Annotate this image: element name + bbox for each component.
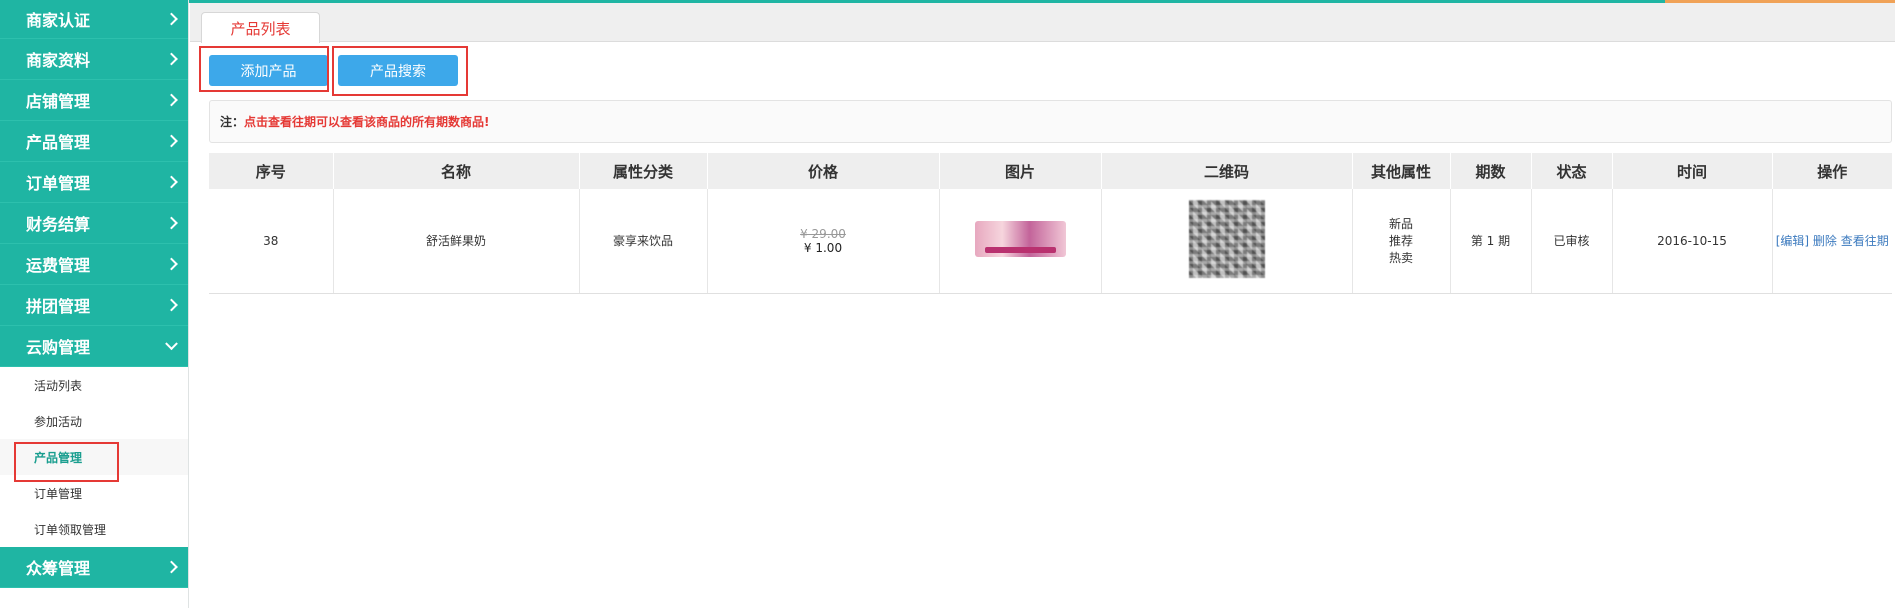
submenu-label: 订单管理	[34, 486, 83, 501]
menu-label: 产品管理	[26, 133, 91, 152]
header-category: 属性分类	[579, 153, 708, 189]
menu-merchant-info[interactable]: 商家资料	[0, 39, 188, 80]
add-product-button[interactable]: 添加产品	[209, 55, 328, 86]
menu-label: 拼团管理	[26, 297, 91, 316]
sidebar: 商家认证 商家资料 店铺管理 产品管理 订单管理 财务结算 运费管理 拼团管理 …	[0, 0, 189, 608]
tab-strip: 产品列表	[190, 3, 1895, 43]
header-actions: 操作	[1772, 153, 1892, 189]
notice-text: 点击查看往期可以查看该商品的所有期数商品!	[244, 115, 490, 129]
submenu-activity-list[interactable]: 活动列表	[0, 367, 188, 403]
submenu-order-claim-management[interactable]: 订单领取管理	[0, 511, 188, 547]
submenu-label: 活动列表	[34, 378, 83, 393]
header-price: 价格	[707, 153, 940, 189]
add-product-label: 添加产品	[240, 63, 297, 80]
chevron-right-icon	[165, 12, 178, 26]
menu-label: 众筹管理	[26, 559, 91, 578]
chevron-right-icon	[165, 175, 178, 189]
submenu-label: 参加活动	[34, 414, 83, 429]
chevron-down-icon	[165, 337, 178, 351]
submenu-join-activity[interactable]: 参加活动	[0, 403, 188, 439]
menu-label: 店铺管理	[26, 92, 91, 111]
cell-period: 第 1 期	[1450, 189, 1532, 294]
cell-qrcode	[1101, 189, 1353, 294]
submenu-order-management[interactable]: 订单管理	[0, 475, 188, 511]
cell-actions: [编辑] 删除 查看往期	[1772, 189, 1892, 294]
menu-finance[interactable]: 财务结算	[0, 203, 188, 244]
menu-label: 运费管理	[26, 256, 91, 275]
cell-name: 舒活鲜果奶	[333, 189, 580, 294]
table-row: 38 舒活鲜果奶 豪享来饮品 ¥ 29.00 ¥ 1.00 新品 推荐 热卖 第…	[209, 189, 1892, 294]
chevron-right-icon	[165, 93, 178, 107]
cell-id: 38	[209, 189, 334, 294]
menu-shipping[interactable]: 运费管理	[0, 244, 188, 285]
product-search-button[interactable]: 产品搜索	[338, 55, 458, 86]
menu-group-buy[interactable]: 拼团管理	[0, 285, 188, 326]
delete-link[interactable]: 删除	[1813, 234, 1837, 248]
header-qrcode: 二维码	[1101, 153, 1353, 189]
menu-cloud-buy[interactable]: 云购管理	[0, 326, 188, 367]
edit-link[interactable]: [编辑]	[1776, 234, 1809, 248]
product-search-label: 产品搜索	[370, 63, 426, 80]
attr-hot: 热卖	[1388, 251, 1413, 266]
view-past-periods-link[interactable]: 查看往期	[1841, 234, 1889, 248]
cell-other-attrs: 新品 推荐 热卖	[1352, 189, 1451, 294]
cell-category: 豪享来饮品	[579, 189, 708, 294]
header-name: 名称	[333, 153, 580, 189]
tab-product-list[interactable]: 产品列表	[201, 12, 320, 43]
qr-code-image	[1188, 200, 1265, 279]
submenu-label: 订单领取管理	[34, 522, 107, 537]
tab-label: 产品列表	[230, 19, 291, 38]
header-other-attrs: 其他属性	[1352, 153, 1451, 189]
header-status: 状态	[1531, 153, 1613, 189]
submenu-label: 产品管理	[34, 450, 83, 465]
header-id: 序号	[209, 153, 334, 189]
chevron-right-icon	[165, 52, 178, 66]
menu-merchant-auth[interactable]: 商家认证	[0, 0, 188, 39]
chevron-right-icon	[165, 298, 178, 312]
menu-label: 财务结算	[26, 215, 91, 234]
menu-order-management[interactable]: 订单管理	[0, 162, 188, 203]
product-table: 序号 名称 属性分类 价格 图片 二维码 其他属性 期数 状态 时间 操作 38…	[209, 153, 1892, 294]
menu-label: 云购管理	[26, 338, 91, 357]
cell-status: 已审核	[1531, 189, 1613, 294]
chevron-right-icon	[165, 134, 178, 148]
attr-new: 新品	[1388, 217, 1413, 232]
header-time: 时间	[1612, 153, 1773, 189]
current-price: ¥ 1.00	[803, 240, 843, 255]
header-image: 图片	[939, 153, 1102, 189]
cloud-buy-submenu: 活动列表 参加活动 产品管理 订单管理 订单领取管理	[0, 367, 188, 547]
original-price: ¥ 29.00	[800, 226, 846, 241]
menu-product-management[interactable]: 产品管理	[0, 121, 188, 162]
menu-label: 商家认证	[26, 11, 91, 30]
menu-label: 商家资料	[26, 51, 91, 70]
notice-bar: 注： 点击查看往期可以查看该商品的所有期数商品!	[209, 100, 1892, 143]
chevron-right-icon	[165, 216, 178, 230]
chevron-right-icon	[165, 257, 178, 271]
cell-image	[939, 189, 1102, 294]
cell-time: 2016-10-15	[1612, 189, 1773, 294]
header-period: 期数	[1450, 153, 1532, 189]
product-thumbnail[interactable]	[974, 221, 1066, 258]
submenu-product-management[interactable]: 产品管理	[0, 439, 188, 475]
chevron-right-icon	[165, 560, 178, 574]
menu-crowdfunding[interactable]: 众筹管理	[0, 547, 188, 588]
menu-label: 订单管理	[26, 174, 91, 193]
menu-store-management[interactable]: 店铺管理	[0, 80, 188, 121]
notice-label: 注：	[220, 115, 245, 129]
cell-price: ¥ 29.00 ¥ 1.00	[707, 189, 940, 294]
main-content: 产品列表 添加产品 产品搜索 注： 点击查看往期可以查看该商品的所有期数商品! …	[190, 3, 1895, 608]
attr-recommended: 推荐	[1388, 234, 1413, 249]
table-header-row: 序号 名称 属性分类 价格 图片 二维码 其他属性 期数 状态 时间 操作	[209, 153, 1892, 189]
